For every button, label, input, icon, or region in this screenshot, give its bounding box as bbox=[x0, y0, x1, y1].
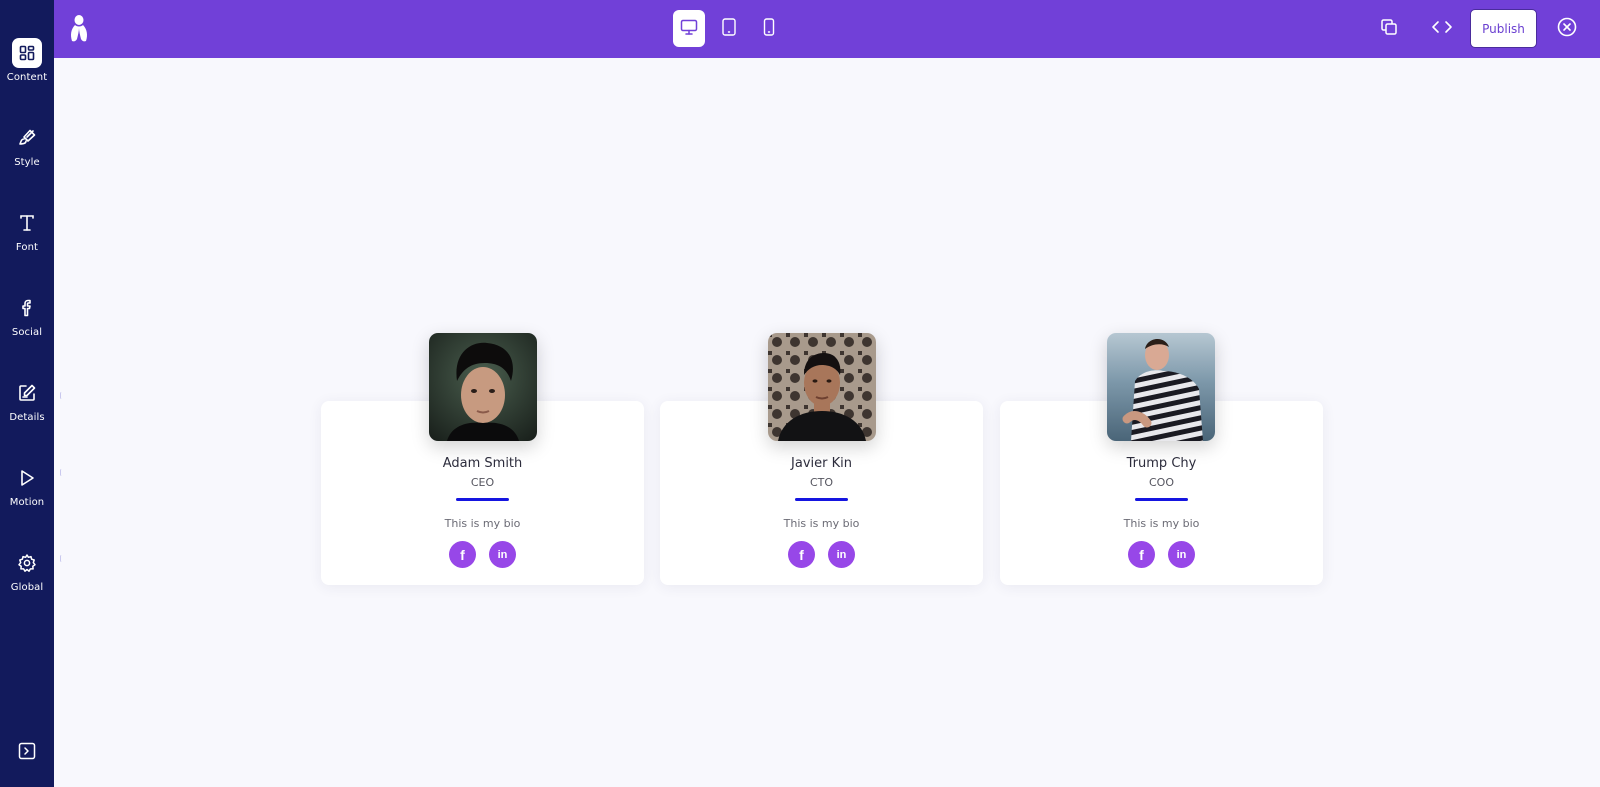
top-bar: Publish bbox=[54, 0, 1600, 58]
social-links: f in bbox=[1000, 541, 1323, 568]
desktop-icon bbox=[680, 18, 698, 40]
sidebar-item-label: Global bbox=[10, 582, 44, 593]
member-name: Javier Kin bbox=[791, 456, 852, 471]
social-links: f in bbox=[321, 541, 644, 568]
member-role: CEO bbox=[470, 476, 495, 489]
sidebar-item-social[interactable]: Social bbox=[0, 293, 54, 353]
layout-grid-icon bbox=[12, 38, 42, 68]
sidebar-item-font[interactable]: Font bbox=[0, 208, 54, 268]
tablet-icon bbox=[721, 17, 737, 40]
member-bio: This is my bio bbox=[444, 517, 521, 530]
sidebar-item-style[interactable]: Style bbox=[0, 123, 54, 183]
tablet-view-button[interactable] bbox=[713, 10, 745, 47]
mobile-icon bbox=[762, 17, 776, 40]
panel-expand-icon[interactable] bbox=[17, 741, 37, 761]
member-role: COO bbox=[1149, 476, 1174, 489]
sidebar-item-details[interactable]: Details bbox=[0, 378, 54, 438]
name-underline bbox=[795, 498, 848, 501]
name-underline bbox=[456, 498, 509, 501]
code-icon bbox=[1431, 17, 1453, 41]
facebook-link[interactable]: f bbox=[1128, 541, 1155, 568]
edit-icon bbox=[12, 378, 42, 408]
resize-marker bbox=[60, 392, 63, 399]
sidebar-item-content[interactable]: Content bbox=[0, 38, 54, 98]
gear-icon bbox=[12, 548, 42, 578]
member-name: Trump Chy bbox=[1126, 456, 1197, 471]
resize-marker bbox=[60, 469, 63, 476]
type-icon bbox=[12, 208, 42, 238]
member-role: CTO bbox=[809, 476, 834, 489]
sidebar-item-global[interactable]: Global bbox=[0, 548, 54, 608]
avatar bbox=[1107, 333, 1215, 441]
sidebar-item-label: Style bbox=[14, 157, 40, 168]
name-underline bbox=[1135, 498, 1188, 501]
sidebar-item-label: Details bbox=[9, 412, 45, 423]
code-button[interactable] bbox=[1431, 18, 1453, 40]
avatar bbox=[429, 333, 537, 441]
sidebar-item-label: Social bbox=[11, 327, 43, 338]
member-name: Adam Smith bbox=[442, 456, 523, 471]
copy-button[interactable] bbox=[1378, 18, 1400, 40]
resize-marker bbox=[60, 555, 63, 562]
facebook-link[interactable]: f bbox=[788, 541, 815, 568]
device-switcher bbox=[673, 10, 793, 47]
app-logo bbox=[69, 15, 89, 43]
sidebar-item-label: Content bbox=[6, 72, 48, 83]
linkedin-link[interactable]: in bbox=[1168, 541, 1195, 568]
sidebar-item-motion[interactable]: Motion bbox=[0, 463, 54, 523]
facebook-icon bbox=[12, 293, 42, 323]
avatar bbox=[768, 333, 876, 441]
publish-button[interactable]: Publish bbox=[1470, 9, 1537, 48]
close-button[interactable] bbox=[1556, 17, 1578, 41]
facebook-link[interactable]: f bbox=[449, 541, 476, 568]
member-bio: This is my bio bbox=[1123, 517, 1200, 530]
paintbrush-icon bbox=[12, 123, 42, 153]
close-icon bbox=[1557, 17, 1577, 41]
sidebar-item-label: Motion bbox=[9, 497, 45, 508]
linkedin-link[interactable]: in bbox=[489, 541, 516, 568]
social-links: f in bbox=[660, 541, 983, 568]
sidebar: Content Style Font Social Details Motion… bbox=[0, 0, 54, 787]
sidebar-item-label: Font bbox=[15, 242, 39, 253]
copy-icon bbox=[1379, 17, 1399, 41]
linkedin-link[interactable]: in bbox=[828, 541, 855, 568]
member-bio: This is my bio bbox=[783, 517, 860, 530]
mobile-view-button[interactable] bbox=[753, 10, 785, 47]
play-icon bbox=[12, 463, 42, 493]
desktop-view-button[interactable] bbox=[673, 10, 705, 47]
